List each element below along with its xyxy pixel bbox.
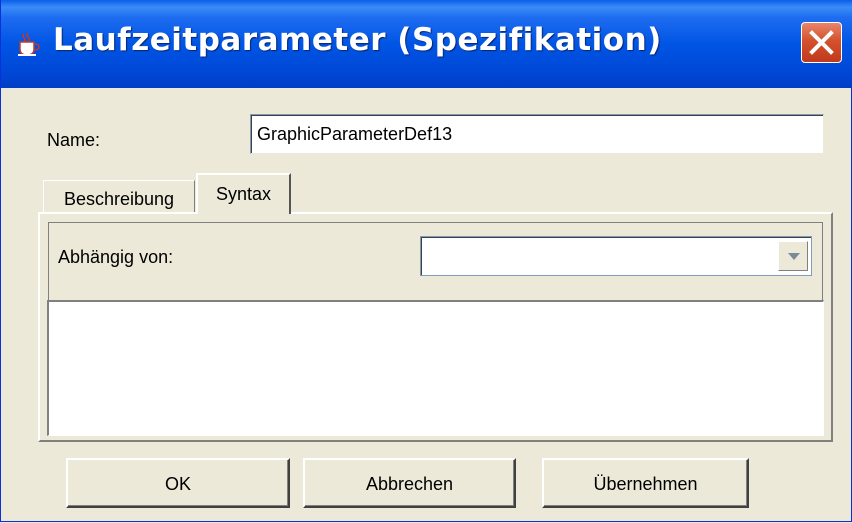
tab-beschreibung[interactable]: Beschreibung <box>43 180 195 214</box>
java-coffee-cup-icon <box>14 30 42 58</box>
dependency-label: Abhängig von: <box>58 247 174 267</box>
name-field[interactable]: GraphicParameterDef13 <box>250 114 824 154</box>
tab-syntax[interactable]: Syntax <box>196 173 291 214</box>
tab-label: Beschreibung <box>63 189 175 209</box>
cancel-button[interactable]: Abbrechen <box>303 458 516 508</box>
dialog-content: Name: GraphicParameterDef13 Beschreibung… <box>1 88 852 523</box>
syntax-text-area[interactable] <box>47 300 824 436</box>
chevron-down-icon <box>788 253 800 260</box>
ok-button[interactable]: OK <box>66 458 290 508</box>
dropdown-arrow-button[interactable] <box>778 241 808 271</box>
dialog-window: Laufzeitparameter (Spezifikation) Name: … <box>0 0 852 522</box>
name-label: Name: <box>47 130 101 150</box>
dependency-dropdown[interactable] <box>420 236 812 276</box>
title-bar[interactable]: Laufzeitparameter (Spezifikation) <box>1 0 852 88</box>
window-title: Laufzeitparameter (Spezifikation) <box>53 22 662 58</box>
apply-button[interactable]: Übernehmen <box>542 458 749 508</box>
close-icon <box>809 30 834 55</box>
tab-label: Syntax <box>215 184 272 204</box>
close-button[interactable] <box>801 22 842 63</box>
